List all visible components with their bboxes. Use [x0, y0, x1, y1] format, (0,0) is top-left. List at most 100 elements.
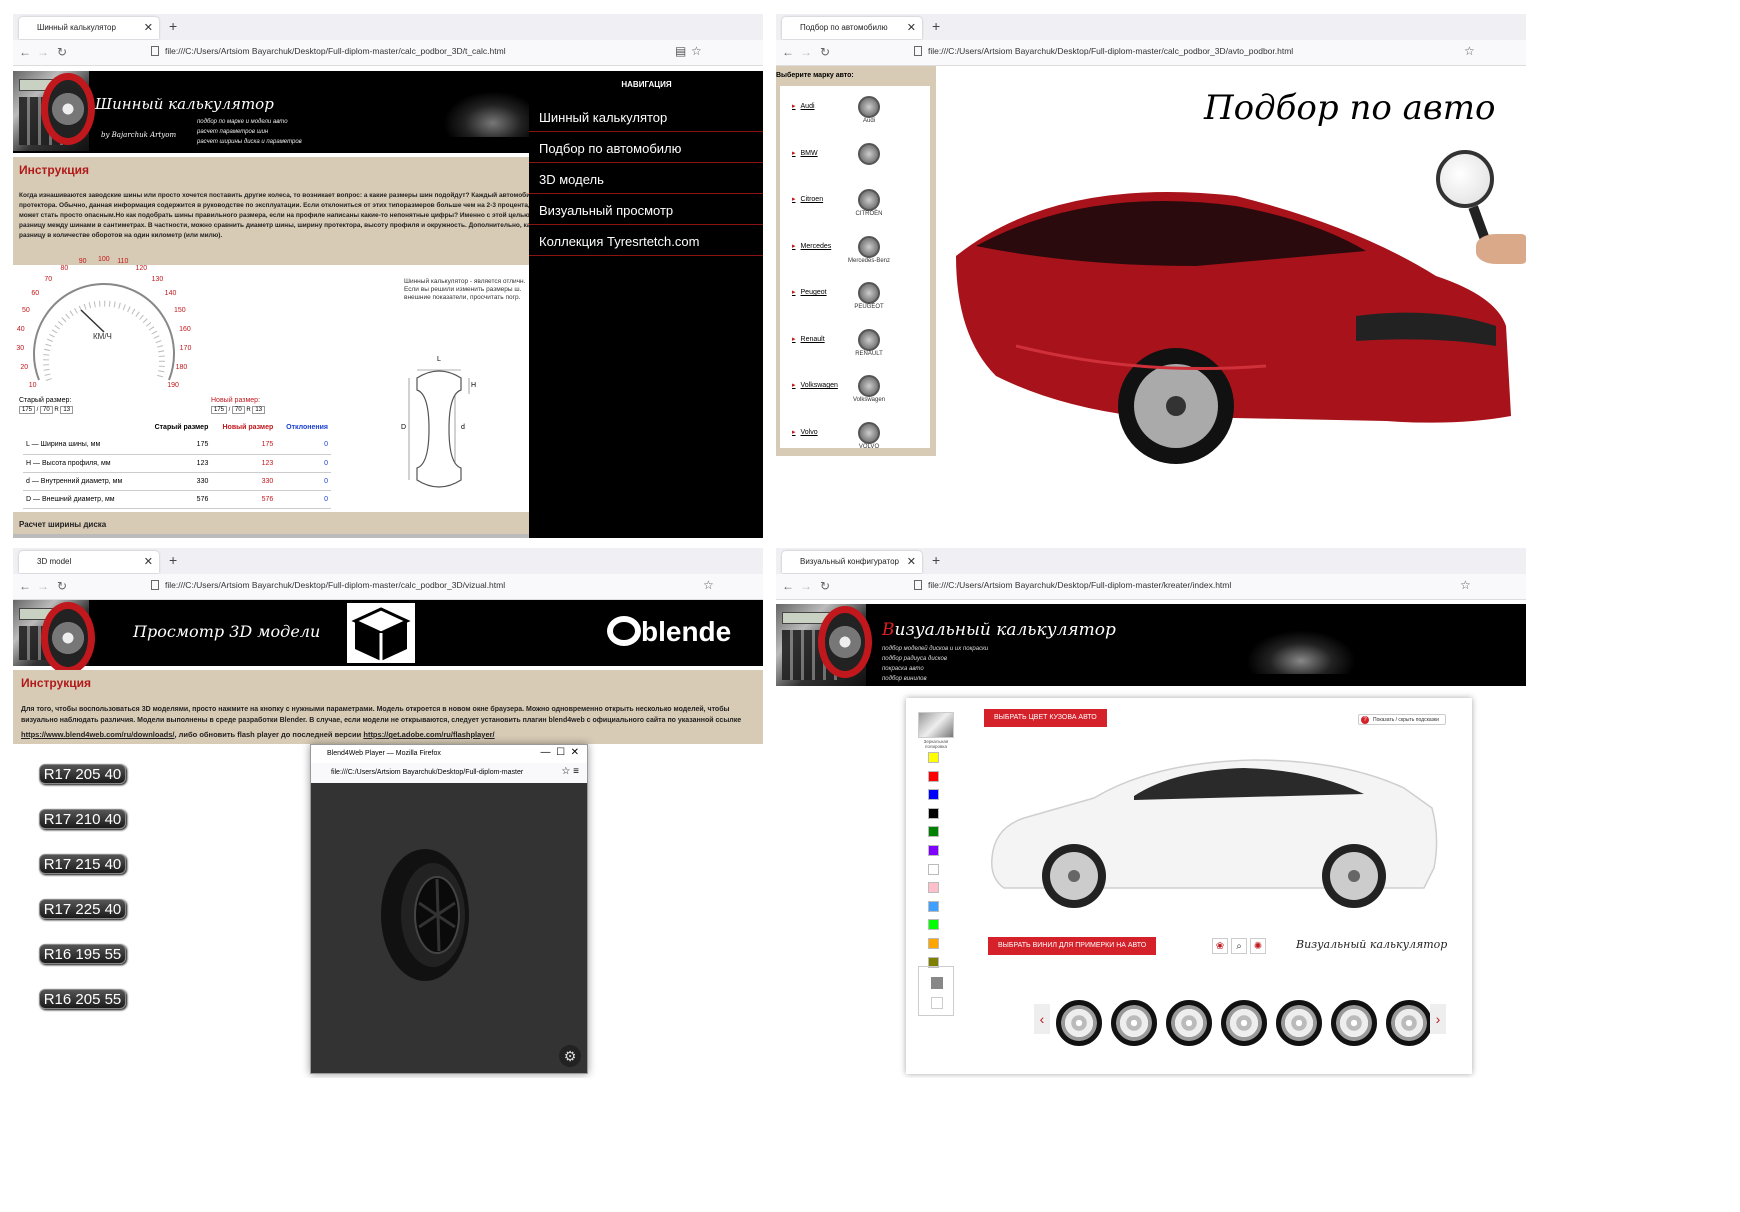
browser-tab[interactable]: Шинный калькулятор ✕ — [19, 17, 159, 39]
forward-icon[interactable]: → — [37, 45, 49, 59]
brand-logo[interactable]: Mercedes-Benz — [844, 235, 894, 264]
size-button-r17-225-40[interactable]: R17 225 40 — [39, 899, 126, 919]
color-swatch[interactable] — [928, 938, 939, 949]
wheel-option[interactable] — [1331, 1000, 1377, 1046]
reader-icon[interactable]: ▤ — [675, 44, 686, 58]
bookmark-star-icon[interactable]: ☆ — [1460, 578, 1471, 592]
rim-tool-icon[interactable]: ✺ — [1250, 938, 1266, 954]
browser-tab[interactable]: Подбор по автомобилю ✕ — [782, 17, 922, 39]
reload-icon[interactable]: ↻ — [820, 579, 830, 593]
browser-tab[interactable]: Визуальный конфигуратор ✕ — [782, 551, 922, 573]
old-width-select[interactable]: 175 — [19, 406, 36, 414]
nav-item-car-selection[interactable]: Подбор по автомобилю — [529, 132, 763, 163]
vinyl-button[interactable]: ВЫБРАТЬ ВИНИЛ ДЛЯ ПРИМЕРКИ НА АВТО — [988, 937, 1157, 955]
color-swatch[interactable] — [928, 826, 939, 838]
wheel-tool-icon[interactable]: ❀ — [1212, 938, 1228, 954]
browser-tab[interactable]: 3D model ✕ — [19, 551, 159, 573]
nav-item-collection[interactable]: Коллекция Tyresrtetch.com — [529, 225, 763, 256]
light-finish-swatch[interactable] — [931, 997, 943, 1009]
brand-name[interactable]: Audi — [801, 103, 815, 110]
size-button-r17-210-40[interactable]: R17 210 40 — [39, 809, 126, 829]
body-color-button[interactable]: ВЫБРАТЬ ЦВЕТ КУЗОВА АВТО — [984, 709, 1107, 727]
back-icon[interactable]: ← — [782, 45, 794, 59]
wheel-option[interactable] — [1166, 1000, 1212, 1046]
brand-item[interactable]: ▸ Volvo — [792, 428, 818, 436]
settings-gear-icon[interactable]: ⚙ — [559, 1045, 581, 1067]
color-swatch[interactable] — [928, 882, 939, 894]
url-bar[interactable]: file:///C:/Users/Artsiom Bayarchuk/Deskt… — [914, 46, 1293, 56]
color-swatch[interactable] — [928, 900, 939, 912]
brand-name[interactable]: Peugeot — [801, 289, 827, 296]
bookmark-star-icon[interactable]: ☆ — [1464, 44, 1475, 58]
size-button-r16-205-55[interactable]: R16 205 55 — [39, 989, 126, 1009]
popup-url-bar[interactable]: file:///C:/Users/Artsiom Bayarchuk/Deskt… — [311, 763, 587, 783]
back-icon[interactable]: ← — [19, 579, 31, 593]
carousel-prev-arrow-icon[interactable]: ‹ — [1034, 1004, 1050, 1034]
color-swatch[interactable] — [928, 770, 939, 782]
brand-logo[interactable]: PEUGEOT — [844, 282, 894, 310]
close-tab-icon[interactable]: ✕ — [907, 21, 916, 34]
new-width-select[interactable]: 175 — [211, 406, 228, 414]
back-icon[interactable]: ← — [19, 45, 31, 59]
wheel-option[interactable] — [1111, 1000, 1157, 1046]
carousel-next-arrow-icon[interactable]: › — [1430, 1004, 1446, 1034]
brand-name[interactable]: Renault — [801, 336, 825, 343]
brand-name[interactable]: Mercedes — [801, 243, 832, 250]
color-swatch[interactable] — [928, 863, 939, 875]
brand-logo[interactable]: RENAULT — [844, 328, 894, 357]
brand-name[interactable]: Volvo — [801, 429, 818, 436]
blend4web-link[interactable]: https://www.blend4web.com/ru/downloads/ — [21, 730, 174, 739]
brand-logo[interactable] — [844, 142, 894, 165]
brand-item[interactable]: ▸ Renault — [792, 335, 825, 343]
size-button-r17-205-40[interactable]: R17 205 40 — [39, 764, 126, 784]
brand-item[interactable]: ▸ Peugeot — [792, 288, 827, 296]
new-tab-icon[interactable]: + — [932, 552, 940, 568]
brand-logo[interactable]: VOLVO — [844, 421, 894, 450]
brand-name[interactable]: BMW — [801, 150, 818, 157]
reload-icon[interactable]: ↻ — [57, 45, 67, 59]
wheel-option[interactable] — [1221, 1000, 1267, 1046]
dark-finish-swatch[interactable] — [931, 977, 943, 989]
wheel-option[interactable] — [1056, 1000, 1102, 1046]
brand-item[interactable]: ▸ Audi — [792, 102, 815, 110]
toggle-hints-button[interactable]: ? Показать / скрыть подсказки — [1358, 714, 1446, 725]
new-profile-select[interactable]: 70 — [232, 406, 245, 414]
new-tab-icon[interactable]: + — [932, 18, 940, 34]
brand-name[interactable]: Volkswagen — [801, 382, 838, 389]
close-tab-icon[interactable]: ✕ — [144, 21, 153, 34]
brand-item[interactable]: ▸ Volkswagen — [792, 381, 838, 389]
brand-logo[interactable]: CITROËN — [844, 189, 894, 217]
brand-logo[interactable]: Volkswagen — [844, 375, 894, 403]
wheel-option[interactable] — [1276, 1000, 1322, 1046]
url-bar[interactable]: file:///C:/Users/Artsiom Bayarchuk/Deskt… — [914, 580, 1231, 590]
old-radius-select[interactable]: 13 — [60, 406, 74, 414]
new-tab-icon[interactable]: + — [169, 18, 177, 34]
brand-item[interactable]: ▸ Citroen — [792, 195, 823, 203]
url-bar[interactable]: file:///C:/Users/Artsiom Bayarchuk/Deskt… — [151, 580, 505, 590]
brand-item[interactable]: ▸ Mercedes — [792, 242, 831, 250]
mirror-polish-swatch[interactable] — [918, 712, 954, 738]
url-bar[interactable]: file:///C:/Users/Artsiom Bayarchuk/Deskt… — [151, 46, 506, 56]
bookmark-star-icon[interactable]: ☆ — [691, 44, 702, 58]
nav-item-3d-model[interactable]: 3D модель — [529, 163, 763, 194]
color-swatch[interactable] — [928, 789, 939, 801]
forward-icon[interactable]: → — [800, 579, 812, 593]
reload-icon[interactable]: ↻ — [820, 45, 830, 59]
new-tab-icon[interactable]: + — [169, 552, 177, 568]
new-radius-select[interactable]: 13 — [252, 406, 266, 414]
brand-name[interactable]: Citroen — [801, 196, 824, 203]
back-icon[interactable]: ← — [782, 579, 794, 593]
size-button-r16-195-55[interactable]: R16 195 55 — [39, 944, 126, 964]
flashplayer-link[interactable]: https://get.adobe.com/ru/flashplayer/ — [363, 730, 494, 739]
brand-item[interactable]: ▸ BMW — [792, 149, 818, 157]
nav-item-tire-calc[interactable]: Шинный калькулятор — [529, 101, 763, 132]
color-swatch[interactable] — [928, 919, 939, 931]
popup-menu-icon[interactable]: ☆ ≡ — [561, 766, 579, 777]
old-profile-select[interactable]: 70 — [40, 406, 53, 414]
color-swatch[interactable] — [928, 752, 939, 763]
bookmark-star-icon[interactable]: ☆ — [703, 578, 714, 592]
forward-icon[interactable]: → — [800, 45, 812, 59]
reload-icon[interactable]: ↻ — [57, 579, 67, 593]
color-swatch[interactable] — [928, 807, 939, 819]
wheel-option[interactable] — [1386, 1000, 1432, 1046]
